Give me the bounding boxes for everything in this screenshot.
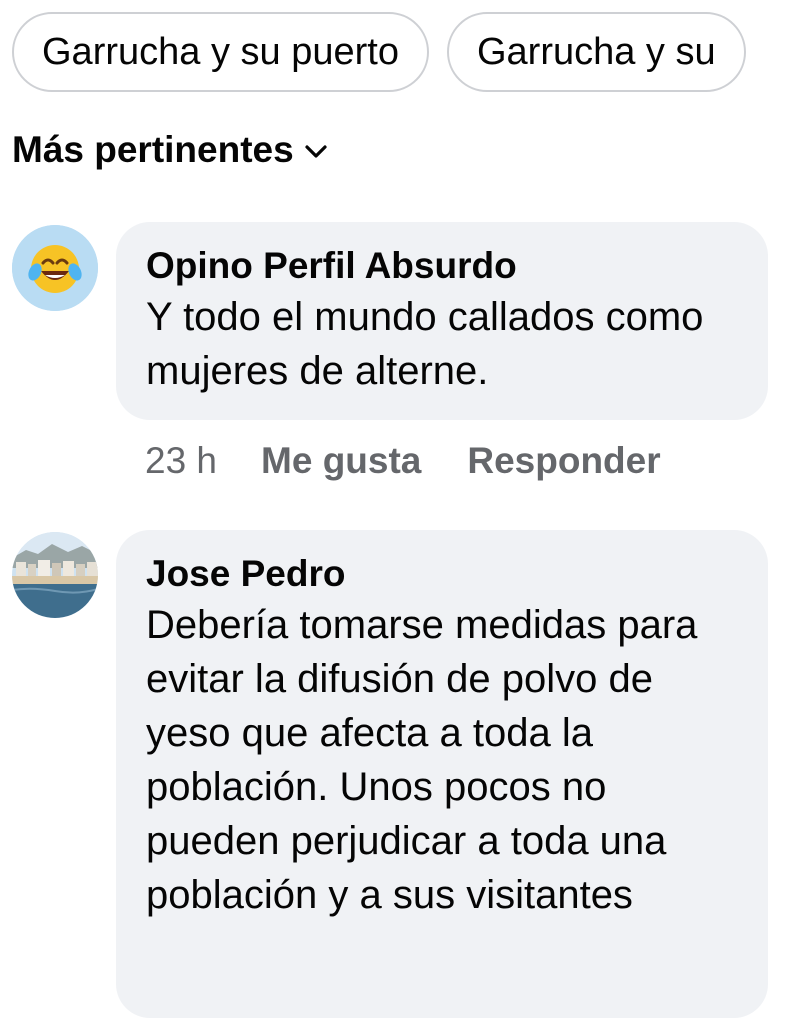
chevron-down-icon: [305, 145, 327, 158]
coastal-town-photo-icon: [12, 532, 98, 618]
comment-bubble[interactable]: Opino Perfil Absurdo Y todo el mundo cal…: [116, 222, 768, 420]
topic-chips: Garrucha y su puerto Garrucha y su: [12, 12, 790, 92]
topic-chip-garrucha-puerto[interactable]: Garrucha y su puerto: [12, 12, 429, 92]
comment-text: Debería tomarse medidas para evitar la d…: [146, 603, 698, 917]
reply-button[interactable]: Responder: [467, 440, 660, 482]
comment-author[interactable]: Jose Pedro: [146, 550, 738, 598]
like-button[interactable]: Me gusta: [261, 440, 421, 482]
comment-bubble[interactable]: Jose Pedro Debería tomarse medidas para …: [116, 530, 768, 1018]
comment-author[interactable]: Opino Perfil Absurdo: [146, 242, 738, 290]
avatar[interactable]: [12, 532, 98, 618]
topic-chip-garrucha[interactable]: Garrucha y su: [446, 12, 746, 92]
avatar[interactable]: [12, 225, 98, 311]
comment-text: Y todo el mundo callados como mujeres de…: [146, 295, 704, 393]
sort-label: Más pertinentes: [12, 129, 294, 170]
comment-actions: 23 h Me gusta Responder: [145, 436, 707, 486]
sort-dropdown[interactable]: Más pertinentes: [12, 125, 328, 175]
comment-timestamp[interactable]: 23 h: [145, 440, 217, 482]
laughing-tears-emoji-icon: [12, 225, 98, 311]
